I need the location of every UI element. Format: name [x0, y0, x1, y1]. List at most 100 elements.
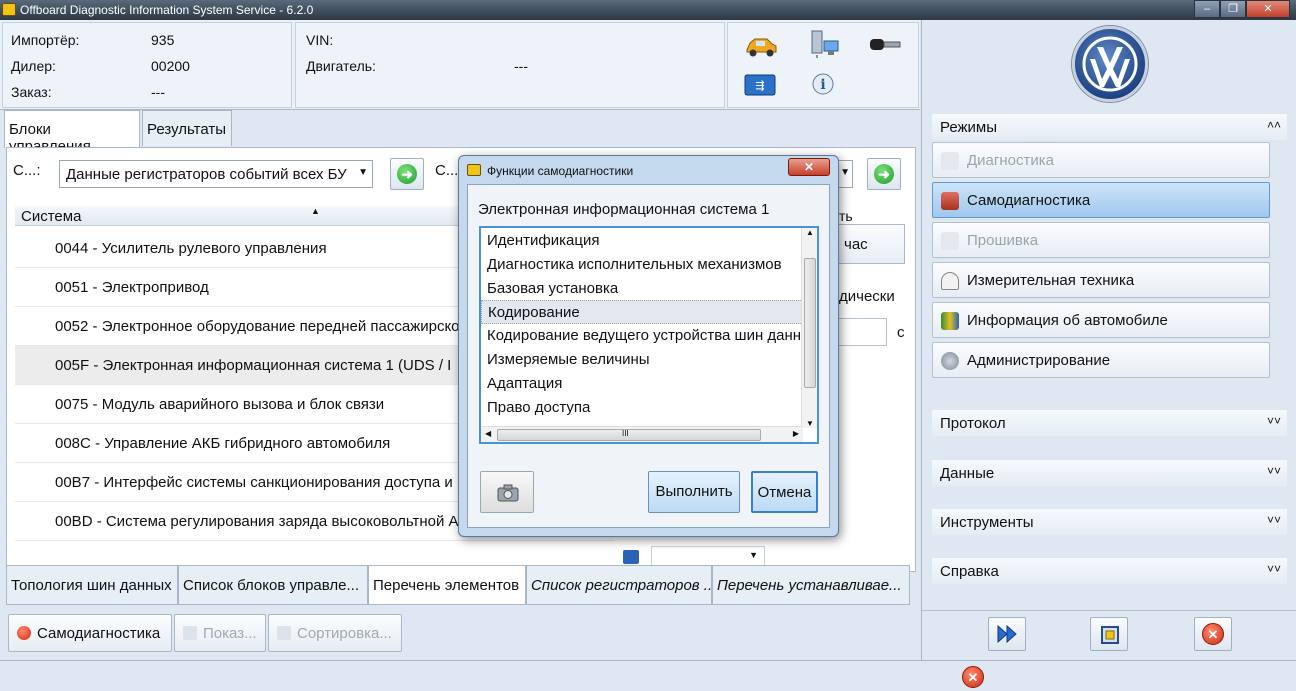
data-section-header[interactable]: Данные ˅˅ — [932, 460, 1287, 486]
dialog-close-button[interactable]: ✕ — [788, 158, 830, 176]
side-column-label: ть — [839, 208, 853, 224]
screenshot-button[interactable] — [1090, 617, 1128, 651]
mode-measurement-button[interactable]: Измерительная техника — [932, 262, 1270, 298]
chevron-down-icon: ▼ — [358, 167, 368, 178]
dialog-title: Функции самодиагностики — [487, 164, 634, 178]
apply-filter-button[interactable]: ➜ — [390, 158, 424, 190]
importer-label: Импортёр: — [11, 32, 80, 48]
flash-icon — [941, 232, 959, 250]
stop-icon — [17, 626, 31, 640]
chevron-down-icon: ˅˅ — [1266, 414, 1281, 428]
close-window-button[interactable]: ✕ — [1246, 0, 1290, 18]
go-arrow-icon: ➜ — [397, 164, 417, 184]
app-icon — [467, 164, 481, 176]
vehicle-info-box: VIN: Двигатель: --- — [295, 22, 725, 108]
filter-dropdown[interactable]: Данные регистраторов событий всех БУ ▼ — [59, 160, 373, 188]
dialog-body: Электронная информационная система 1 Иде… — [467, 184, 830, 528]
svg-text:⇶: ⇶ — [755, 79, 764, 92]
list-item[interactable]: Кодирование ведущего устройства шин данн… — [481, 324, 803, 348]
scroll-thumb[interactable]: III — [497, 429, 761, 441]
scroll-right-icon[interactable]: ▶ — [793, 429, 799, 438]
mode-admin-button[interactable]: Администрирование — [932, 342, 1270, 378]
protocol-section-header[interactable]: Протокол ˅˅ — [932, 410, 1287, 436]
mode-selfdiag-button[interactable]: Самодиагностика — [932, 182, 1270, 218]
window-title: Offboard Diagnostic Information System S… — [20, 3, 314, 17]
tab-control-unit-list[interactable]: Список блоков управле... — [178, 565, 368, 605]
status-bar: ✕ — [0, 660, 1296, 691]
camera-icon — [497, 484, 519, 502]
list-item-selected[interactable]: Кодирование — [481, 300, 803, 324]
tab-results[interactable]: Результаты — [142, 110, 232, 146]
selfdiag-icon — [941, 192, 959, 210]
vw-logo — [1072, 26, 1148, 102]
scroll-grip: III — [622, 429, 629, 438]
tab-installed-list[interactable]: Перечень устанавливае... — [712, 565, 910, 605]
filter-label: С...: — [13, 162, 41, 179]
app-icon — [2, 3, 16, 16]
list-item[interactable]: Идентификация — [481, 229, 803, 253]
chevron-up-icon: ˄˄ — [1266, 118, 1281, 132]
function-list[interactable]: Идентификация Диагностика исполнительных… — [479, 226, 819, 444]
close-icon: ✕ — [1202, 623, 1224, 645]
selfdiag-functions-dialog: Функции самодиагностики ✕ Электронная ин… — [458, 155, 839, 537]
tab-recorder-list[interactable]: Список регистраторов ... — [526, 565, 712, 605]
dialog-heading: Электронная информационная система 1 — [478, 201, 770, 218]
network-icon[interactable] — [808, 29, 840, 58]
help-section-header[interactable]: Справка ˅˅ — [932, 558, 1287, 584]
filter2-label: С... — [435, 162, 459, 179]
list-item[interactable]: Базовая установка — [481, 277, 803, 301]
chevron-down-icon: ▼ — [840, 167, 850, 178]
scroll-left-icon[interactable]: ◀ — [485, 429, 491, 438]
chevron-down-icon: ˅˅ — [1266, 464, 1281, 478]
key-icon[interactable] — [868, 33, 901, 59]
scroll-down-icon[interactable]: ▼ — [806, 419, 814, 428]
gear-icon — [941, 352, 959, 370]
tab-bus-topology[interactable]: Топология шин данных — [6, 565, 178, 605]
show-button[interactable]: Показ... — [174, 614, 266, 652]
engine-value: --- — [514, 58, 528, 74]
tools-section-header[interactable]: Инструменты ˅˅ — [932, 509, 1287, 535]
list-item[interactable]: Адаптация — [481, 372, 803, 396]
scroll-thumb[interactable] — [804, 258, 816, 388]
maximize-button[interactable]: ❐ — [1220, 0, 1246, 18]
books-icon — [941, 312, 959, 330]
horizontal-scrollbar[interactable]: ◀ III ▶ — [481, 426, 803, 442]
mode-flash-button[interactable]: Прошивка — [932, 222, 1270, 258]
side-input-suffix: с — [897, 324, 905, 341]
error-status-icon[interactable]: ✕ — [962, 666, 984, 688]
mode-diagnostics-button[interactable]: Диагностика — [932, 142, 1270, 178]
list-item[interactable]: Диагностика исполнительных механизмов — [481, 253, 803, 277]
list-item[interactable]: Право доступа — [481, 396, 803, 420]
tab-control-units[interactable]: Блоки управления — [4, 110, 140, 155]
apply-filter2-button[interactable]: ➜ — [867, 158, 901, 190]
execute-button[interactable]: Выполнить — [648, 471, 740, 513]
dealer-value: 00200 — [151, 58, 190, 74]
order-value: --- — [151, 84, 165, 100]
tab-element-list[interactable]: Перечень элементов — [368, 565, 526, 605]
forward-button[interactable] — [988, 617, 1026, 651]
mode-vehicle-info-button[interactable]: Информация об автомобиле — [932, 302, 1270, 338]
info-icon[interactable]: i — [810, 71, 842, 97]
modes-section-header[interactable]: Режимы ˄˄ — [932, 114, 1287, 140]
exit-button[interactable]: ✕ — [1194, 617, 1232, 651]
usb-icon[interactable]: ⇶ — [744, 73, 776, 99]
svg-text:i: i — [820, 77, 825, 93]
title-bar: Offboard Diagnostic Information System S… — [0, 0, 1296, 20]
chevron-down-icon: ▼ — [749, 550, 758, 560]
screenshot-icon — [1101, 626, 1119, 644]
scroll-up-icon[interactable]: ▲ — [806, 228, 814, 237]
vertical-scrollbar[interactable]: ▲ ▼ — [801, 228, 817, 428]
bottom-tabs: Топология шин данных Список блоков управ… — [6, 565, 914, 605]
minimize-button[interactable]: ‒ — [1194, 0, 1220, 18]
sort-button[interactable]: Сортировка... — [268, 614, 402, 652]
car-icon[interactable] — [744, 33, 777, 59]
row-status-icon — [621, 548, 651, 566]
engine-label: Двигатель: — [306, 58, 376, 74]
importer-value: 935 — [151, 32, 175, 48]
camera-button[interactable] — [480, 471, 534, 513]
cancel-button[interactable]: Отмена — [751, 471, 818, 513]
list-item[interactable]: Измеряемые величины — [481, 348, 803, 372]
row-dropdown[interactable]: ▼ — [651, 546, 765, 566]
selfdiag-button[interactable]: Самодиагностика — [8, 614, 172, 652]
stethoscope-icon — [941, 152, 959, 170]
